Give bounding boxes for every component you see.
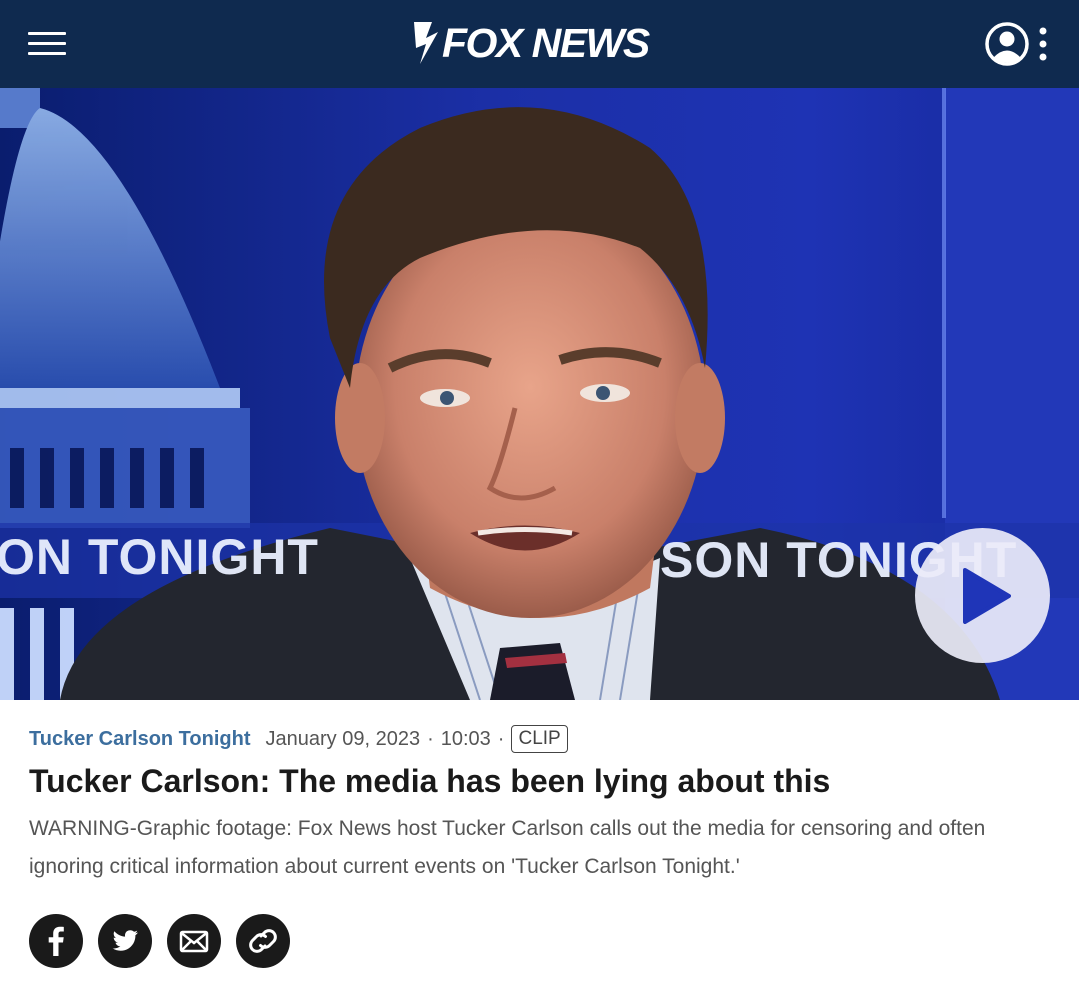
- video-duration: 10:03: [440, 727, 491, 750]
- publish-date: January 09, 2023: [265, 727, 421, 750]
- twitter-share-button[interactable]: [98, 914, 152, 968]
- user-account-icon[interactable]: [984, 21, 1030, 67]
- fox-news-logo[interactable]: FOX NEWS: [412, 18, 652, 68]
- separator: ·: [427, 727, 434, 750]
- twitter-icon: [112, 930, 138, 951]
- article-description: WARNING-Graphic footage: Fox News host T…: [29, 817, 986, 878]
- link-icon: [249, 929, 277, 953]
- separator: ·: [497, 727, 505, 750]
- facebook-icon: [48, 926, 64, 956]
- facebook-share-button[interactable]: [29, 914, 83, 968]
- show-name-link[interactable]: Tucker Carlson Tonight: [29, 728, 251, 751]
- logo-text: FOX NEWS: [442, 20, 650, 66]
- play-icon: [963, 568, 1011, 624]
- lower-third-left-text: ON TONIGHT: [0, 529, 319, 585]
- email-share-button[interactable]: [167, 914, 221, 968]
- top-navigation-bar: FOX NEWS: [0, 0, 1079, 88]
- play-button[interactable]: [915, 528, 1050, 663]
- clip-badge: CLIP: [511, 725, 568, 753]
- email-icon: [179, 930, 209, 953]
- video-player[interactable]: ON TONIGHT SON TONIGHT: [0, 88, 1079, 700]
- hamburger-menu-icon[interactable]: [28, 30, 66, 58]
- article-meta: Tucker Carlson Tonight January 09, 2023 …: [29, 722, 568, 756]
- copy-link-button[interactable]: [236, 914, 290, 968]
- article-headline: Tucker Carlson: The media has been lying…: [29, 763, 831, 799]
- vertical-dots-icon[interactable]: [1036, 26, 1050, 62]
